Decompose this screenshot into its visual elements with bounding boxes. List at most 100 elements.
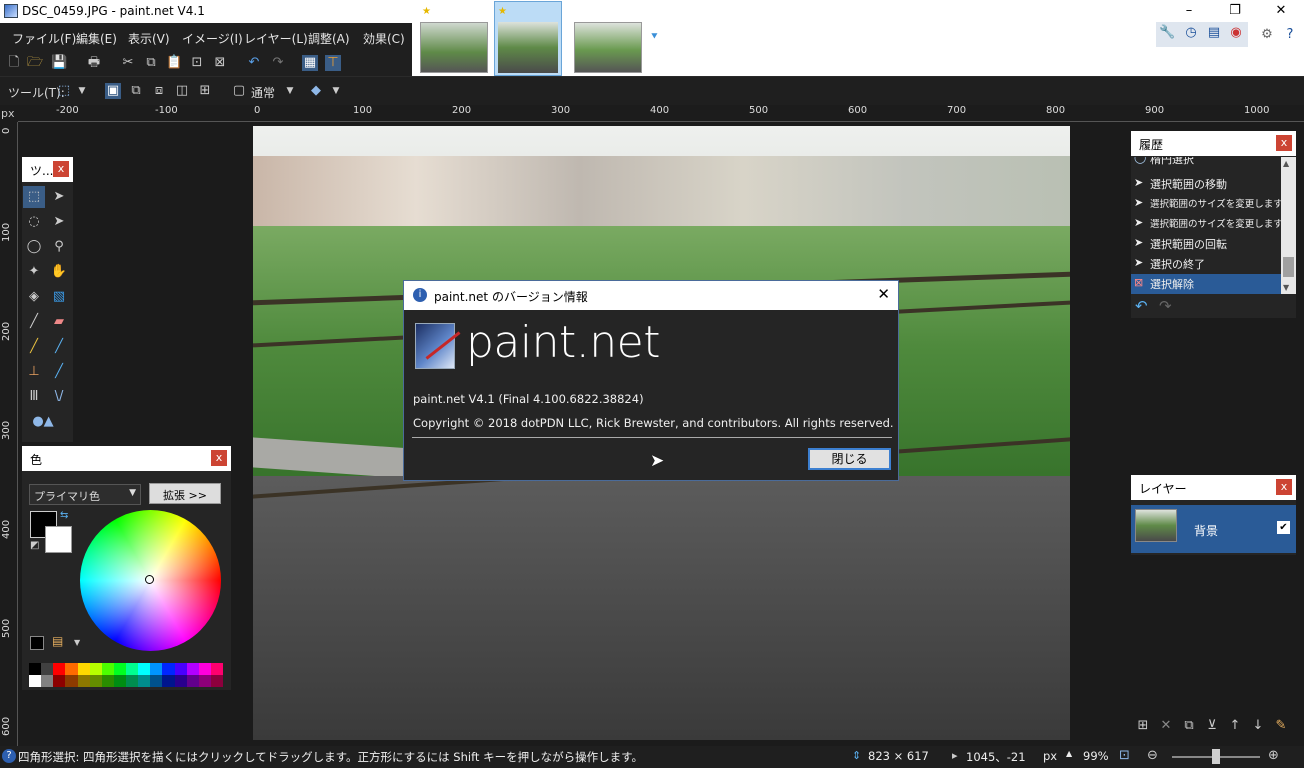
palette-swatch[interactable] — [113, 675, 126, 687]
close-button[interactable]: ✕ — [1258, 0, 1304, 23]
selection-mode-replace-icon[interactable]: ▣ — [105, 83, 121, 99]
zoom-slider-thumb[interactable] — [1212, 749, 1220, 764]
colors-toggle-icon[interactable]: ◉ — [1228, 25, 1244, 41]
palette-swatch[interactable] — [41, 675, 54, 687]
move-layer-down-icon[interactable]: ↓ — [1250, 718, 1266, 734]
undo-icon[interactable]: ↶ — [1135, 297, 1148, 315]
chevron-down-icon[interactable]: ⯆ — [650, 30, 659, 44]
history-item-selected[interactable]: ⊠ 選択解除 — [1131, 274, 1281, 294]
zoom-tool-icon[interactable]: ⚲ — [48, 236, 70, 258]
dialog-close-icon[interactable]: ✕ — [877, 285, 890, 303]
unit-select[interactable]: px — [1043, 749, 1057, 763]
palette-menu-icon[interactable]: ▤ — [52, 634, 63, 648]
primary-color-select[interactable]: プライマリ色 ▼ — [29, 484, 141, 505]
palette-swatch[interactable] — [53, 663, 66, 675]
dropdown-arrow-icon[interactable]: ▼ — [74, 83, 90, 99]
palette-swatch[interactable] — [150, 663, 163, 675]
zoom-level[interactable]: 99% — [1083, 749, 1109, 763]
add-layer-icon[interactable]: ⊞ — [1135, 718, 1151, 734]
history-item[interactable]: ◯ 楕円選択 — [1131, 157, 1281, 169]
save-icon[interactable]: 💾 — [51, 55, 67, 71]
add-to-palette-icon[interactable] — [30, 636, 44, 650]
palette-swatch[interactable] — [53, 675, 66, 687]
lasso-tool-icon[interactable]: ◌ — [23, 211, 45, 233]
redo-icon[interactable]: ↷ — [270, 55, 286, 71]
image-thumbnail-3[interactable] — [574, 22, 642, 73]
blend-mode-select[interactable]: 通常 — [251, 84, 275, 101]
antialias-icon[interactable]: ▢ — [231, 83, 247, 99]
palette-swatch[interactable] — [162, 675, 175, 687]
new-file-icon[interactable]: 🗋 — [6, 55, 22, 71]
menu-image[interactable]: イメージ(I) — [182, 30, 243, 47]
palette-swatch[interactable] — [126, 675, 139, 687]
help-icon[interactable]: ? — [1282, 27, 1298, 43]
selection-mode-exclude-icon[interactable]: ⧈ — [151, 83, 167, 99]
move-selected-tool-icon[interactable]: ➤ — [48, 186, 70, 208]
history-toggle-icon[interactable]: ◷ — [1183, 25, 1199, 41]
color-picker-tool-icon[interactable]: ╱ — [48, 336, 70, 358]
rulers-icon[interactable]: ⊤ — [325, 55, 341, 71]
rectangle-select-tool-icon[interactable]: ⬚ — [23, 186, 45, 208]
crop-icon[interactable]: ⊡ — [189, 55, 205, 71]
history-item[interactable]: ➤ 選択範囲のサイズを変更します。 — [1131, 214, 1281, 234]
palette-swatch[interactable] — [198, 663, 211, 675]
dropdown-arrow-icon[interactable]: ▼ — [282, 83, 298, 99]
history-item[interactable]: ➤ 選択範囲の移動 — [1131, 174, 1281, 194]
palette-swatch[interactable] — [150, 675, 163, 687]
merge-layer-icon[interactable]: ⊻ — [1204, 718, 1220, 734]
palette-swatch[interactable] — [210, 675, 223, 687]
pan-tool-icon[interactable]: ✋ — [48, 261, 70, 283]
dropdown-arrow-icon[interactable]: ▼ — [74, 638, 80, 647]
chevron-up-icon[interactable]: ▲ — [1283, 159, 1289, 168]
colors-panel-close-button[interactable]: x — [211, 450, 227, 466]
history-item[interactable]: ➤ 選択の終了 — [1131, 254, 1281, 274]
scrollbar-thumb[interactable] — [1283, 257, 1294, 277]
line-tool-icon[interactable]: \/ — [48, 386, 70, 408]
zoom-in-icon[interactable]: ⊕ — [1268, 748, 1279, 763]
zoom-to-window-icon[interactable]: ⊡ — [1119, 748, 1130, 763]
swap-colors-icon[interactable]: ⇆ — [60, 510, 68, 521]
magic-wand-tool-icon[interactable]: ✦ — [23, 261, 45, 283]
dialog-close-button[interactable]: 閉じる — [808, 448, 891, 470]
layer-visibility-checkbox[interactable]: ✔ — [1277, 521, 1290, 534]
palette-swatch[interactable] — [77, 675, 90, 687]
print-icon[interactable]: 🖶 — [86, 55, 102, 71]
secondary-color-swatch[interactable] — [45, 526, 72, 553]
ellipse-select-tool-icon[interactable]: ◯ — [23, 236, 45, 258]
menu-edit[interactable]: 編集(E) — [76, 30, 117, 47]
palette-swatch[interactable] — [101, 663, 114, 675]
palette-swatch[interactable] — [89, 675, 102, 687]
duplicate-layer-icon[interactable]: ⧉ — [1181, 718, 1197, 734]
maximize-button[interactable]: ❐ — [1212, 0, 1258, 23]
copy-icon[interactable]: ⧉ — [143, 55, 159, 71]
palette-swatch[interactable] — [101, 675, 114, 687]
palette-swatch[interactable] — [126, 663, 139, 675]
shapes-tool-icon[interactable]: ●▲ — [23, 411, 63, 433]
minimize-button[interactable]: – — [1166, 0, 1212, 23]
image-thumbnail-2[interactable]: ★ — [494, 1, 562, 76]
palette-swatch[interactable] — [186, 663, 199, 675]
palette-swatch[interactable] — [138, 675, 151, 687]
palette-swatch[interactable] — [113, 663, 126, 675]
redo-icon[interactable]: ↷ — [1159, 297, 1172, 315]
palette-swatch[interactable] — [162, 663, 175, 675]
selection-quality-icon[interactable]: ◆ — [308, 83, 324, 99]
history-item[interactable]: ➤ 選択範囲の回転 — [1131, 234, 1281, 254]
palette-swatch[interactable] — [29, 663, 42, 675]
palette-swatch[interactable] — [186, 675, 199, 687]
history-scrollbar[interactable]: ▲ ▼ — [1281, 157, 1296, 294]
paint-bucket-tool-icon[interactable]: ◈ — [23, 286, 45, 308]
eraser-tool-icon[interactable]: ▰ — [48, 311, 70, 333]
palette-swatch[interactable] — [174, 663, 187, 675]
history-item[interactable]: ➤ 選択範囲のサイズを変更します。 — [1131, 194, 1281, 214]
menu-file[interactable]: ファイル(F) — [12, 30, 76, 47]
text-tool-icon[interactable]: Ⅲ — [23, 386, 45, 408]
deselect-icon[interactable]: ⊠ — [212, 55, 228, 71]
reset-colors-icon[interactable]: ◩ — [30, 540, 39, 551]
undo-icon[interactable]: ↶ — [246, 55, 262, 71]
cut-icon[interactable]: ✂ — [120, 55, 136, 71]
clone-stamp-tool-icon[interactable]: ⊥ — [23, 361, 45, 383]
image-thumbnail-1[interactable] — [420, 22, 488, 73]
layers-panel-close-button[interactable]: x — [1276, 479, 1292, 495]
dropdown-arrow-icon[interactable]: ▼ — [328, 83, 344, 99]
